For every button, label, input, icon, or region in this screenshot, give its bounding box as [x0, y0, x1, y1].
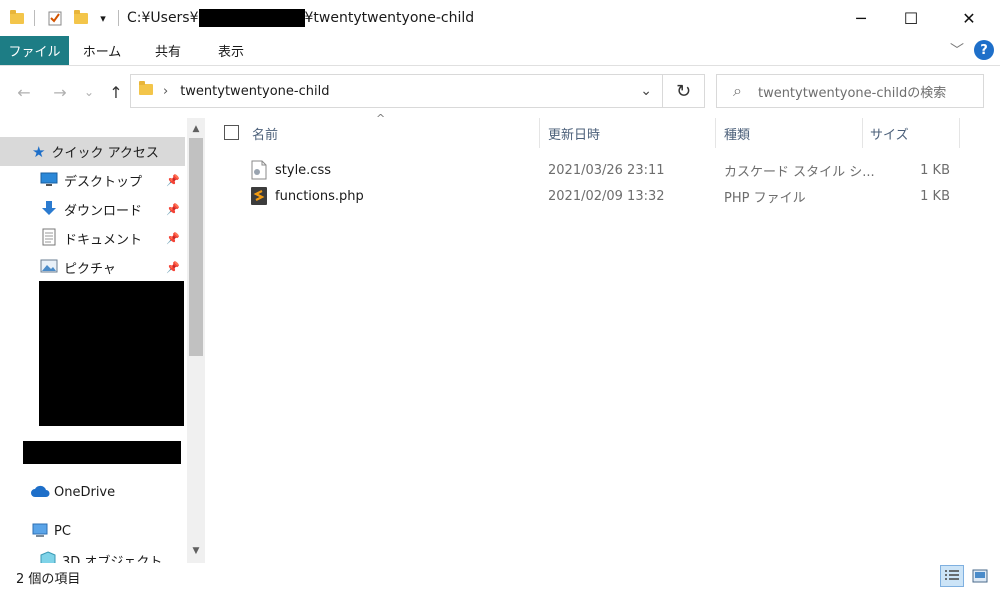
navigation-pane: ★ クイック アクセス デスクトップ 📌 ダウンロード 📌 ドキュメント 📌 ピ…	[0, 118, 205, 563]
address-bar[interactable]: › twentytwentyone-child ⌄	[130, 74, 663, 108]
forward-button[interactable]: →	[48, 80, 72, 104]
up-button[interactable]: ↑	[104, 80, 128, 104]
file-name: style.css	[275, 162, 331, 178]
customize-quick-access-button[interactable]: ▾	[94, 8, 112, 28]
nav-item-desktop[interactable]: デスクトップ 📌	[0, 166, 185, 195]
pin-icon[interactable]: 📌	[166, 174, 180, 187]
details-view-icon	[945, 570, 959, 580]
folder-icon	[139, 80, 153, 99]
tab-share[interactable]: 共有	[140, 36, 196, 65]
nav-item-label: デスクトップ	[64, 175, 143, 190]
nav-item-label: ピクチャ	[64, 262, 116, 277]
table-row[interactable]: functions.php 2021/02/09 13:32 PHP ファイル …	[246, 183, 966, 209]
divider	[118, 10, 119, 26]
nav-item-label: 3D オブジェクト	[62, 555, 163, 563]
nav-item-onedrive[interactable]: OneDrive	[0, 478, 185, 507]
search-input[interactable]: ⌕ twentytwentyone-childの検索	[716, 74, 984, 108]
column-header-date[interactable]: 更新日時	[548, 118, 600, 148]
minimize-button[interactable]: ─	[838, 0, 884, 36]
recent-locations-button[interactable]: ⌄	[80, 80, 98, 104]
expand-ribbon-icon[interactable]: ﹀	[950, 40, 964, 60]
back-button[interactable]: ←	[12, 80, 36, 104]
large-icons-view-icon	[972, 569, 988, 583]
nav-item-downloads[interactable]: ダウンロード 📌	[0, 195, 185, 224]
nav-item-label: PC	[54, 524, 71, 539]
properties-icon[interactable]	[44, 8, 66, 28]
details-view-button[interactable]	[940, 565, 964, 587]
ribbon-tabs: ファイル ホーム 共有 表示 ﹀ ?	[0, 36, 1000, 66]
file-date: 2021/03/26 23:11	[548, 162, 665, 178]
css-file-icon	[250, 157, 268, 183]
column-header-size[interactable]: サイズ	[870, 118, 909, 148]
file-size: 1 KB	[920, 188, 950, 204]
file-list: ^ 名前 更新日時 種類 サイズ style.css 2021/03/26 23…	[208, 112, 1000, 563]
nav-item-label: ドキュメント	[64, 233, 143, 248]
column-divider[interactable]	[862, 118, 863, 148]
search-placeholder: twentytwentyone-childの検索	[757, 85, 947, 101]
title-path-prefix: C:¥Users¥	[127, 10, 199, 26]
new-folder-icon[interactable]	[70, 8, 92, 28]
column-divider[interactable]	[715, 118, 716, 148]
breadcrumb-folder[interactable]: twentytwentyone-child	[180, 84, 329, 99]
address-dropdown-icon[interactable]: ⌄	[640, 83, 652, 99]
scrollbar-thumb[interactable]	[189, 138, 203, 356]
folder-icon	[8, 8, 26, 28]
desktop-icon	[40, 172, 58, 190]
column-header-type[interactable]: 種類	[724, 118, 750, 148]
redacted-area	[39, 281, 184, 426]
title-path-suffix: ¥twentytwentyone-child	[304, 10, 475, 26]
scroll-down-icon[interactable]: ▼	[187, 542, 205, 560]
pin-icon[interactable]: 📌	[166, 261, 180, 274]
nav-item-documents[interactable]: ドキュメント 📌	[0, 224, 185, 253]
tab-file[interactable]: ファイル	[0, 36, 69, 65]
tab-view[interactable]: 表示	[203, 36, 259, 65]
nav-item-label: OneDrive	[54, 485, 116, 500]
sort-ascending-icon: ^	[376, 112, 386, 125]
nav-item-pc[interactable]: PC	[0, 517, 185, 546]
pin-icon[interactable]: 📌	[166, 232, 180, 245]
item-count: 2 個の項目	[16, 572, 81, 587]
nav-item-label: クイック アクセス	[51, 146, 159, 161]
divider	[34, 10, 35, 26]
close-button[interactable]: ✕	[946, 0, 992, 36]
redacted-area	[23, 441, 181, 464]
column-divider[interactable]	[959, 118, 960, 148]
file-name: functions.php	[275, 188, 364, 204]
address-row: ← → ⌄ ↑ › twentytwentyone-child ⌄ ↻ ⌕ tw…	[0, 66, 1000, 118]
nav-scrollbar[interactable]: ▲ ▼	[187, 118, 205, 563]
scroll-up-icon[interactable]: ▲	[187, 120, 205, 138]
3d-objects-icon	[40, 550, 56, 563]
status-bar: 2 個の項目	[0, 563, 1000, 589]
window-title: C:¥Users¥ ¥twentytwentyone-child	[127, 9, 474, 27]
search-icon: ⌕	[733, 81, 742, 100]
star-icon: ★	[32, 142, 46, 161]
refresh-button[interactable]: ↻	[663, 74, 705, 108]
maximize-button[interactable]: ☐	[888, 0, 934, 36]
tab-home[interactable]: ホーム	[74, 36, 130, 65]
nav-item-label: ダウンロード	[64, 204, 143, 219]
table-row[interactable]: style.css 2021/03/26 23:11 カスケード スタイル シ.…	[246, 157, 966, 183]
select-all-checkbox[interactable]	[224, 125, 239, 140]
file-type: カスケード スタイル シ...	[724, 164, 875, 180]
breadcrumb-separator[interactable]: ›	[163, 84, 168, 99]
title-bar: ▾ C:¥Users¥ ¥twentytwentyone-child ─ ☐ ✕	[0, 0, 1000, 36]
nav-item-pictures[interactable]: ピクチャ 📌	[0, 253, 185, 282]
file-type: PHP ファイル	[724, 190, 806, 206]
pc-icon	[32, 522, 50, 542]
file-date: 2021/02/09 13:32	[548, 188, 665, 204]
large-icons-view-button[interactable]	[968, 565, 992, 587]
nav-item-quick-access[interactable]: ★ クイック アクセス	[0, 137, 185, 166]
onedrive-icon	[30, 484, 50, 502]
nav-item-3d-objects[interactable]: 3D オブジェクト	[0, 546, 185, 563]
documents-icon	[40, 228, 58, 250]
column-header-name[interactable]: 名前	[252, 118, 278, 148]
column-divider[interactable]	[539, 118, 540, 148]
pictures-icon	[40, 259, 58, 277]
pin-icon[interactable]: 📌	[166, 203, 180, 216]
redacted-username	[198, 9, 305, 27]
help-icon[interactable]: ?	[974, 40, 994, 60]
download-icon	[40, 200, 58, 220]
php-file-icon	[250, 183, 268, 209]
file-size: 1 KB	[920, 162, 950, 178]
